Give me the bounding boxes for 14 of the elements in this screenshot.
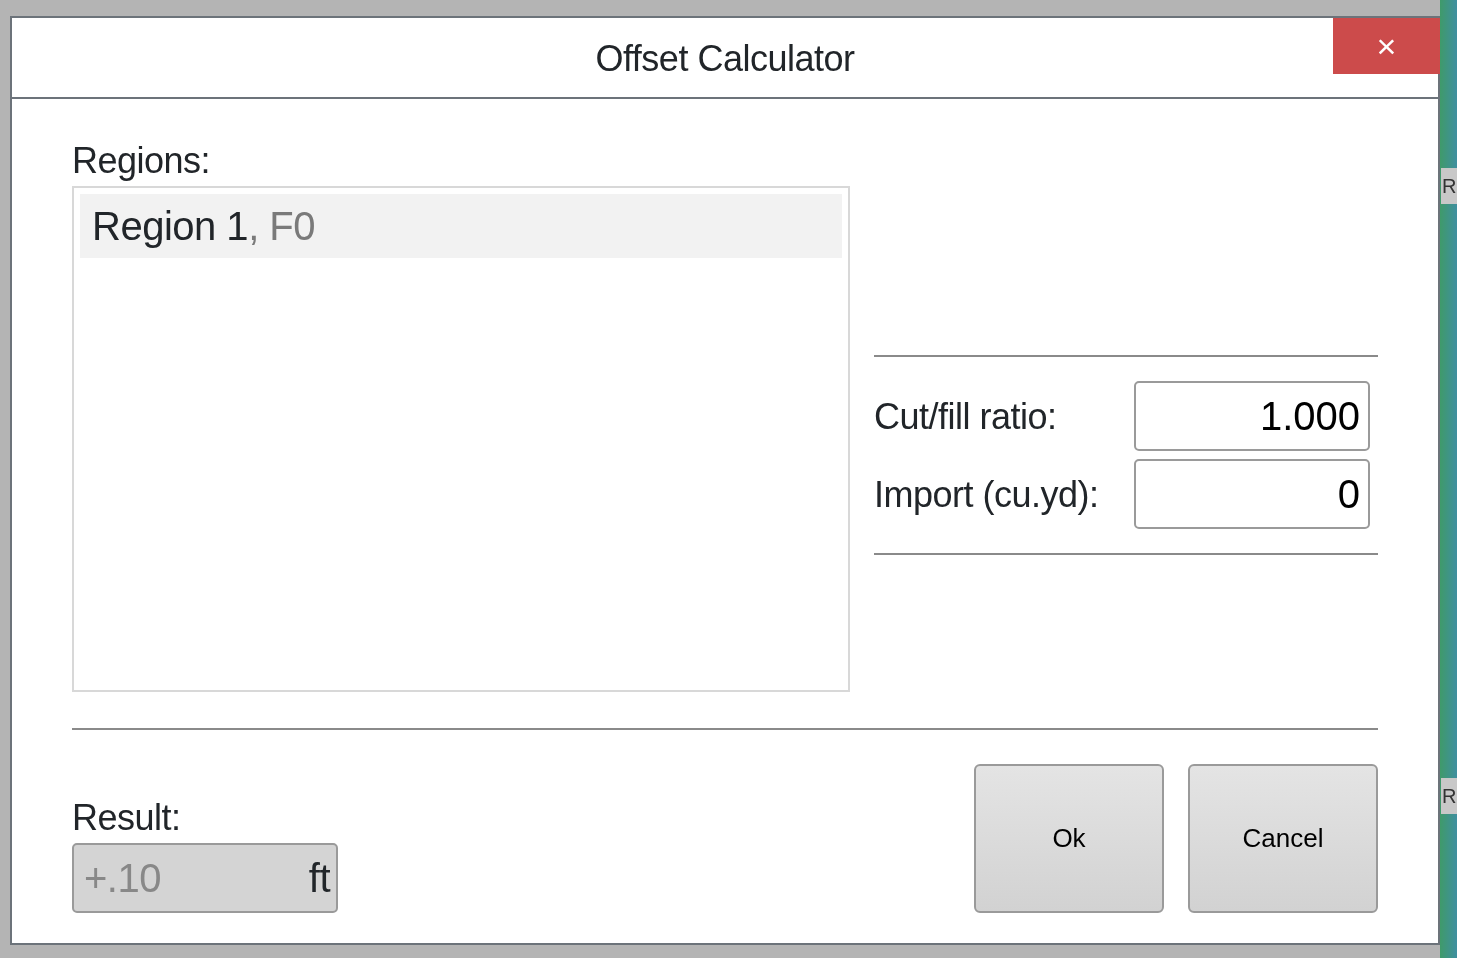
field-label: Import (cu.yd): [874,472,1099,516]
field-label: Cut/fill ratio: [874,394,1057,438]
input-field[interactable]: 0 [1134,459,1370,530]
background-label: R [1441,778,1457,814]
close-button[interactable]: × [1333,18,1440,74]
background-label: R [1441,168,1457,204]
region-item[interactable]: Region 1, F0 [80,194,842,258]
window-title: Offset Calculator [595,37,855,82]
result-field: +.10 ft [72,843,338,913]
input-field[interactable]: 1.000 [1134,381,1370,452]
result-label: Result: [72,795,182,839]
dialog-button[interactable]: Cancel [1188,764,1378,913]
regions-label: Regions: [72,138,212,182]
dialog-button[interactable]: Ok [974,764,1164,913]
